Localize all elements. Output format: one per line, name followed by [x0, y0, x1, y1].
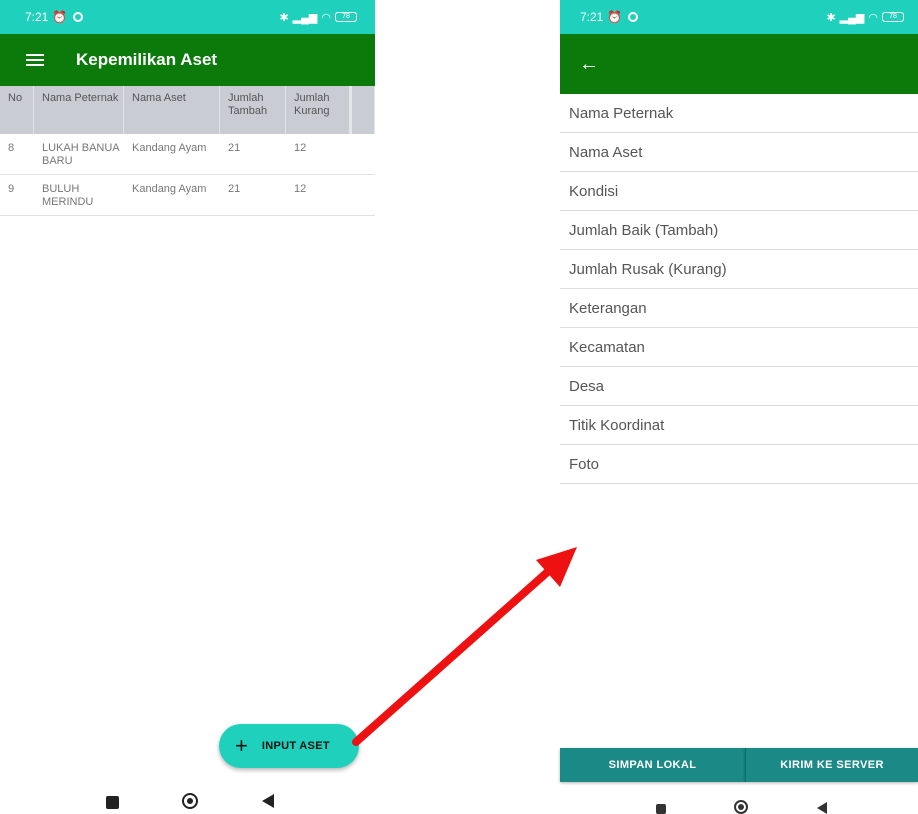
arrow-shaft — [352, 564, 556, 746]
annotation-arrow-icon — [352, 547, 577, 746]
